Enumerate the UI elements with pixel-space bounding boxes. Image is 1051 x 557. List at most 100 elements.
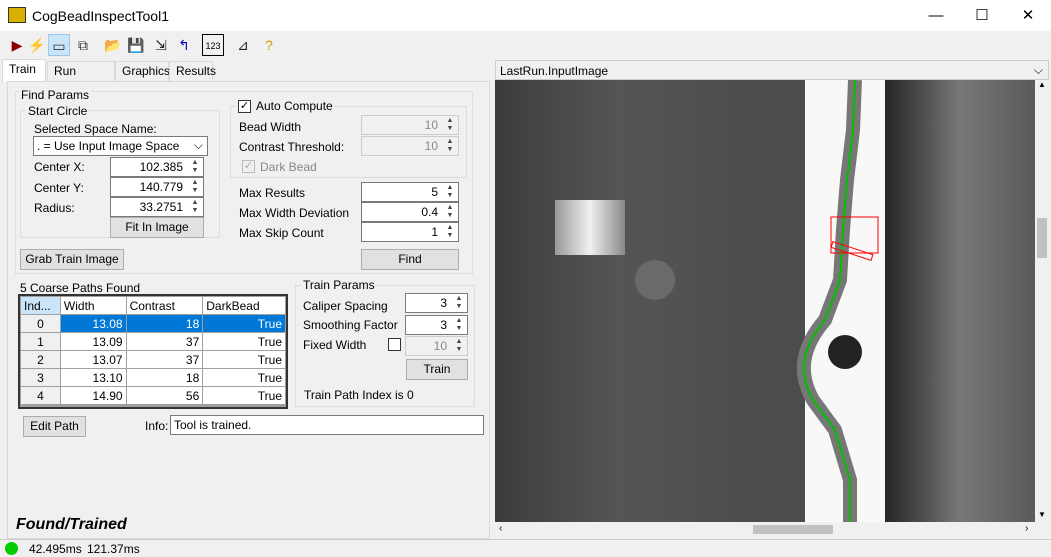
smoothing-input[interactable]: 3 ▲ ▼ <box>405 315 468 335</box>
image-selector[interactable]: LastRun.InputImage ⌵ <box>495 60 1049 80</box>
fixed-width-checkbox[interactable] <box>388 338 401 351</box>
max-width-dev-label: Max Width Deviation <box>239 206 350 220</box>
chevron-down-icon: ⌵ <box>193 138 203 152</box>
scroll-down-icon: ▼ <box>1038 510 1046 519</box>
help-icon[interactable]: ? <box>258 34 280 56</box>
fixed-width-label: Fixed Width <box>303 338 367 352</box>
max-width-dev-input[interactable]: 0.4 ▲ ▼ <box>361 202 459 222</box>
image-hole <box>828 335 862 369</box>
horizontal-scrollbar[interactable]: ‹ › <box>495 522 1035 537</box>
tab-train[interactable]: Train <box>2 59 46 82</box>
open-icon[interactable]: 📂 <box>102 34 124 56</box>
caliper-label: Caliper Spacing <box>303 299 388 313</box>
table-cell: 37 <box>125 332 204 351</box>
auto-compute-checkbox[interactable]: ✓ Auto Compute <box>236 99 335 113</box>
total-time: 121.37ms <box>87 542 140 556</box>
spinner-icon[interactable]: ▲ ▼ <box>188 179 202 195</box>
radius-input[interactable]: 33.2751 ▲ ▼ <box>110 197 204 217</box>
grab-train-image-button[interactable]: Grab Train Image <box>20 249 124 270</box>
chevron-down-icon: ⌵ <box>1033 63 1043 77</box>
save-icon[interactable]: 💾 <box>125 34 147 56</box>
column-header[interactable]: Ind... <box>20 296 61 315</box>
table-cell: True <box>202 332 286 351</box>
bead-width-input[interactable]: 10 ▲ ▼ <box>361 115 459 135</box>
table-cell: 2 <box>20 350 61 369</box>
info-label: Info: <box>145 419 169 433</box>
spinner-icon[interactable]: ▲ ▼ <box>188 159 202 175</box>
table-cell: 1 <box>20 332 61 351</box>
table-row[interactable]: 0 13.08 18 True <box>20 314 286 333</box>
close-button[interactable]: ✕ <box>1005 0 1051 31</box>
caliper-input[interactable]: 3 ▲ ▼ <box>405 293 468 313</box>
toolbar: ▶ ⚡ ▭ ⧉ 📂 💾 ⇲ ↰ 123 ⊿? <box>0 31 1051 58</box>
run-time: 42.495ms <box>29 542 82 556</box>
column-header[interactable]: Contrast <box>125 296 204 315</box>
scroll-thumb[interactable] <box>1037 218 1047 258</box>
scroll-right-icon: › <box>1025 523 1029 534</box>
contrast-input[interactable]: 10 ▲ ▼ <box>361 136 459 156</box>
max-skip-input[interactable]: 1 ▲ ▼ <box>361 222 459 242</box>
bead <box>796 80 862 522</box>
image-display[interactable] <box>495 80 1035 522</box>
table-cell: True <box>202 350 286 369</box>
start-circle-title: Start Circle <box>26 104 90 118</box>
save-as-icon[interactable]: ⇲ <box>150 34 172 56</box>
table-cell: 18 <box>125 368 204 387</box>
table-cell: 3 <box>20 368 61 387</box>
tab-graphics[interactable]: Graphics <box>115 61 170 81</box>
image-overlay <box>796 80 879 522</box>
reset-icon[interactable]: ↰ <box>173 34 195 56</box>
table-cell: 14.90 <box>59 386 127 405</box>
train-panel: Find Params Start Circle Selected Space … <box>7 81 490 539</box>
status-bar: 42.495ms 121.37ms <box>0 539 1051 557</box>
dark-bead-checkbox[interactable]: ✓ Dark Bead <box>242 160 317 174</box>
column-header[interactable]: DarkBead <box>202 296 286 315</box>
space-select[interactable]: . = Use Input Image Space ⌵ <box>33 136 208 156</box>
tab-results[interactable]: Results <box>169 61 216 81</box>
table-cell: True <box>202 314 286 333</box>
title-bar: CogBeadInspectTool1 — ☐ ✕ <box>0 0 1051 31</box>
numeric-display-icon[interactable]: 123 <box>202 34 224 56</box>
smoothing-label: Smoothing Factor <box>303 318 398 332</box>
tab-run-params[interactable]: Run Params <box>47 61 115 97</box>
float-panel-icon[interactable]: ⧉ <box>72 34 94 56</box>
center-y-label: Center Y: <box>34 181 84 195</box>
max-results-input[interactable]: 5 ▲ ▼ <box>361 182 459 202</box>
scroll-thumb[interactable] <box>753 525 833 534</box>
column-header[interactable]: Width <box>59 296 127 315</box>
electric-icon[interactable]: ⚡ <box>26 34 48 56</box>
train-button[interactable]: Train <box>406 359 468 380</box>
info-field: Tool is trained. <box>170 415 484 435</box>
center-x-input[interactable]: 102.385 ▲ ▼ <box>110 157 204 177</box>
table-row[interactable]: 4 14.90 56 True <box>20 386 286 405</box>
edit-path-button[interactable]: Edit Path <box>23 416 86 437</box>
center-y-input[interactable]: 140.779 ▲ ▼ <box>110 177 204 197</box>
table-cell: 56 <box>125 386 204 405</box>
vertical-scrollbar[interactable]: ▲ ▼ <box>1035 80 1049 522</box>
maximize-button[interactable]: ☐ <box>959 0 1005 31</box>
app-icon <box>8 7 26 23</box>
fit-in-image-button[interactable]: Fit In Image <box>110 217 204 238</box>
spinner-icon[interactable]: ▲ ▼ <box>188 199 202 215</box>
table-row[interactable]: 3 13.10 18 True <box>20 368 286 387</box>
table-cell: True <box>202 386 286 405</box>
table-row[interactable]: 1 13.09 37 True <box>20 332 286 351</box>
show-panel-icon[interactable]: ▭ <box>48 34 70 56</box>
train-params-title: Train Params <box>301 278 377 292</box>
checkbox-checked-icon: ✓ <box>238 99 251 113</box>
space-value: . = Use Input Image Space <box>37 139 180 153</box>
table-cell: 13.10 <box>59 368 127 387</box>
fixed-width-input[interactable]: 10 ▲ ▼ <box>405 336 468 356</box>
minimize-button[interactable]: — <box>913 0 959 31</box>
find-button[interactable]: Find <box>361 249 459 270</box>
paths-title: 5 Coarse Paths Found <box>20 281 141 295</box>
space-label: Selected Space Name: <box>34 122 157 136</box>
table-row[interactable]: 2 13.07 37 True <box>20 350 286 369</box>
table-cell: 4 <box>20 386 61 405</box>
max-skip-label: Max Skip Count <box>239 226 324 240</box>
table-cell: 13.07 <box>59 350 127 369</box>
run-icon[interactable]: ▶ <box>6 34 28 56</box>
max-results-label: Max Results <box>239 186 306 200</box>
table-cell: 13.09 <box>59 332 127 351</box>
graphics-tool-icon[interactable]: ⊿ <box>232 34 254 56</box>
